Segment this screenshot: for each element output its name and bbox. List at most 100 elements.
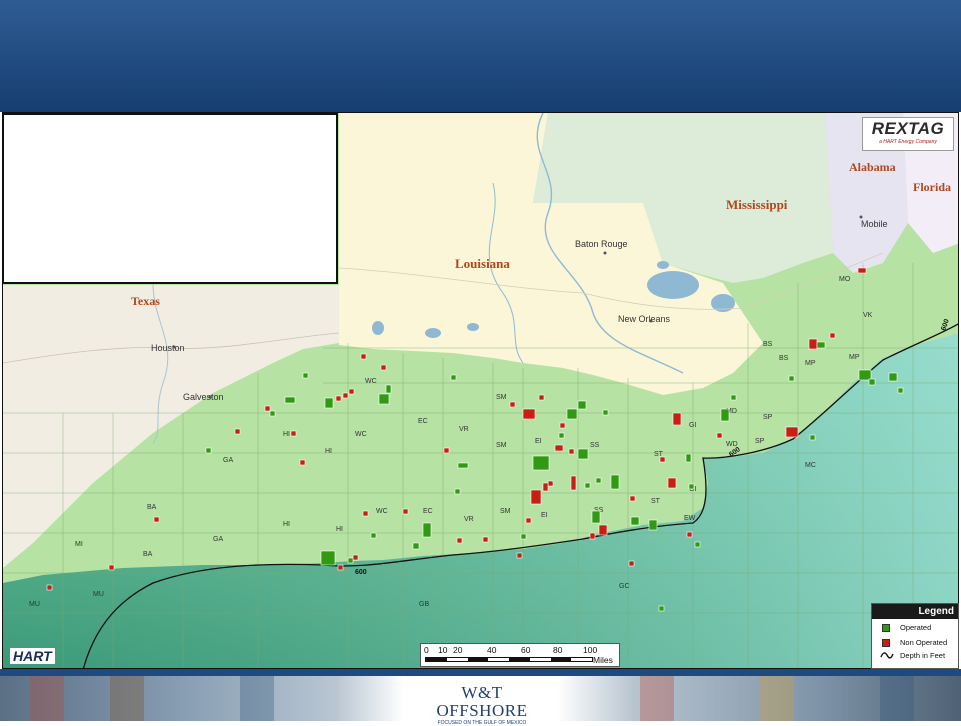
non-operated-block[interactable]	[342, 392, 349, 399]
non-operated-block[interactable]	[538, 394, 545, 401]
non-operated-block[interactable]	[443, 447, 450, 454]
non-operated-block[interactable]	[785, 426, 799, 438]
hart-logo: HART	[10, 648, 55, 664]
non-operated-block[interactable]	[589, 532, 596, 540]
header-banner	[0, 0, 961, 112]
non-operated-block[interactable]	[380, 364, 387, 371]
non-operated-block[interactable]	[335, 395, 342, 402]
non-operated-block[interactable]	[516, 552, 523, 559]
operated-block[interactable]	[809, 434, 816, 441]
legend-row-depth: Depth in Feet	[872, 649, 958, 662]
non-operated-block[interactable]	[542, 482, 549, 492]
wt-offshore-logo: W&T OFFSHORE FOCUSED ON THE GULF OF MEXI…	[418, 684, 546, 726]
non-operated-block[interactable]	[829, 332, 836, 339]
non-operated-block[interactable]	[568, 448, 575, 455]
operated-block[interactable]	[566, 408, 578, 420]
non-operated-block[interactable]	[362, 510, 369, 517]
operated-block[interactable]	[320, 550, 336, 566]
info-panel	[2, 113, 338, 284]
operated-block[interactable]	[720, 408, 730, 422]
non-operated-block[interactable]	[659, 456, 666, 463]
operated-block[interactable]	[558, 432, 565, 439]
non-operated-block[interactable]	[234, 428, 241, 435]
operated-block[interactable]	[610, 474, 620, 490]
non-operated-block[interactable]	[108, 564, 115, 571]
operated-block[interactable]	[584, 482, 591, 489]
label-louisiana: Louisiana	[455, 256, 510, 271]
operated-block[interactable]	[454, 488, 461, 495]
operated-block[interactable]	[577, 400, 587, 410]
depth-label: 600	[355, 569, 367, 576]
area-code: MP	[849, 354, 860, 361]
operated-block[interactable]	[591, 510, 601, 524]
non-operated-block[interactable]	[716, 432, 723, 439]
non-operated-block[interactable]	[153, 516, 160, 523]
operated-block[interactable]	[630, 516, 640, 526]
operated-block[interactable]	[788, 375, 795, 382]
footer-photo	[760, 676, 794, 721]
non-operated-block[interactable]	[808, 338, 818, 350]
non-operated-block[interactable]	[570, 475, 577, 491]
operated-block[interactable]	[685, 453, 692, 463]
operated-block[interactable]	[694, 541, 701, 548]
non-operated-block[interactable]	[352, 554, 359, 561]
operated-block[interactable]	[595, 477, 602, 484]
operated-block[interactable]	[868, 378, 876, 386]
non-operated-block[interactable]	[348, 388, 355, 395]
operated-block[interactable]	[457, 462, 469, 469]
operated-block[interactable]	[532, 455, 550, 471]
operated-block[interactable]	[205, 447, 212, 454]
non-operated-block[interactable]	[482, 536, 489, 543]
operated-block[interactable]	[370, 532, 377, 539]
operated-block[interactable]	[688, 483, 695, 490]
operated-block[interactable]	[378, 393, 390, 405]
operated-block[interactable]	[730, 394, 737, 401]
non-operated-block[interactable]	[360, 353, 367, 360]
area-code: GC	[619, 583, 630, 590]
operated-block[interactable]	[658, 605, 665, 612]
operated-block[interactable]	[385, 384, 392, 394]
non-operated-block[interactable]	[525, 517, 532, 524]
legend-depth-label: Depth in Feet	[900, 651, 946, 660]
non-operated-block[interactable]	[402, 508, 409, 515]
operated-block[interactable]	[450, 374, 457, 381]
operated-block[interactable]	[422, 522, 432, 538]
non-operated-block[interactable]	[509, 401, 516, 408]
scale-unit: Miles	[593, 655, 613, 665]
operated-block[interactable]	[324, 397, 334, 409]
non-operated-block[interactable]	[46, 584, 53, 591]
operated-block[interactable]	[520, 533, 527, 540]
non-operated-block[interactable]	[456, 537, 463, 544]
non-operated-block[interactable]	[598, 524, 608, 536]
operated-block[interactable]	[347, 557, 354, 564]
operated-block[interactable]	[602, 409, 609, 416]
non-operated-block[interactable]	[299, 459, 306, 466]
area-code: BS	[779, 355, 789, 362]
operated-block[interactable]	[897, 387, 904, 394]
non-operated-block[interactable]	[686, 531, 693, 538]
operated-block[interactable]	[577, 448, 589, 460]
non-operated-block[interactable]	[337, 564, 344, 571]
operated-block[interactable]	[302, 372, 309, 379]
operated-block[interactable]	[888, 372, 898, 382]
operated-block[interactable]	[284, 396, 296, 404]
non-operated-block[interactable]	[559, 422, 566, 429]
non-operated-block[interactable]	[290, 430, 297, 437]
non-operated-block[interactable]	[628, 560, 635, 567]
non-operated-block[interactable]	[522, 408, 536, 420]
operated-block[interactable]	[412, 542, 420, 550]
operated-block[interactable]	[858, 369, 872, 381]
non-operated-block[interactable]	[554, 444, 564, 452]
non-operated-block[interactable]	[857, 267, 867, 274]
non-operated-block[interactable]	[667, 477, 677, 489]
footer-photo	[30, 676, 64, 721]
area-code: GA	[213, 536, 223, 543]
non-operated-block[interactable]	[672, 412, 682, 426]
non-operated-block[interactable]	[629, 495, 636, 502]
operated-block[interactable]	[648, 519, 658, 531]
non-operated-block[interactable]	[547, 480, 554, 487]
non-operated-block[interactable]	[530, 489, 542, 505]
non-operated-block[interactable]	[264, 405, 271, 412]
operated-block[interactable]	[269, 410, 276, 417]
operated-block[interactable]	[816, 341, 826, 349]
